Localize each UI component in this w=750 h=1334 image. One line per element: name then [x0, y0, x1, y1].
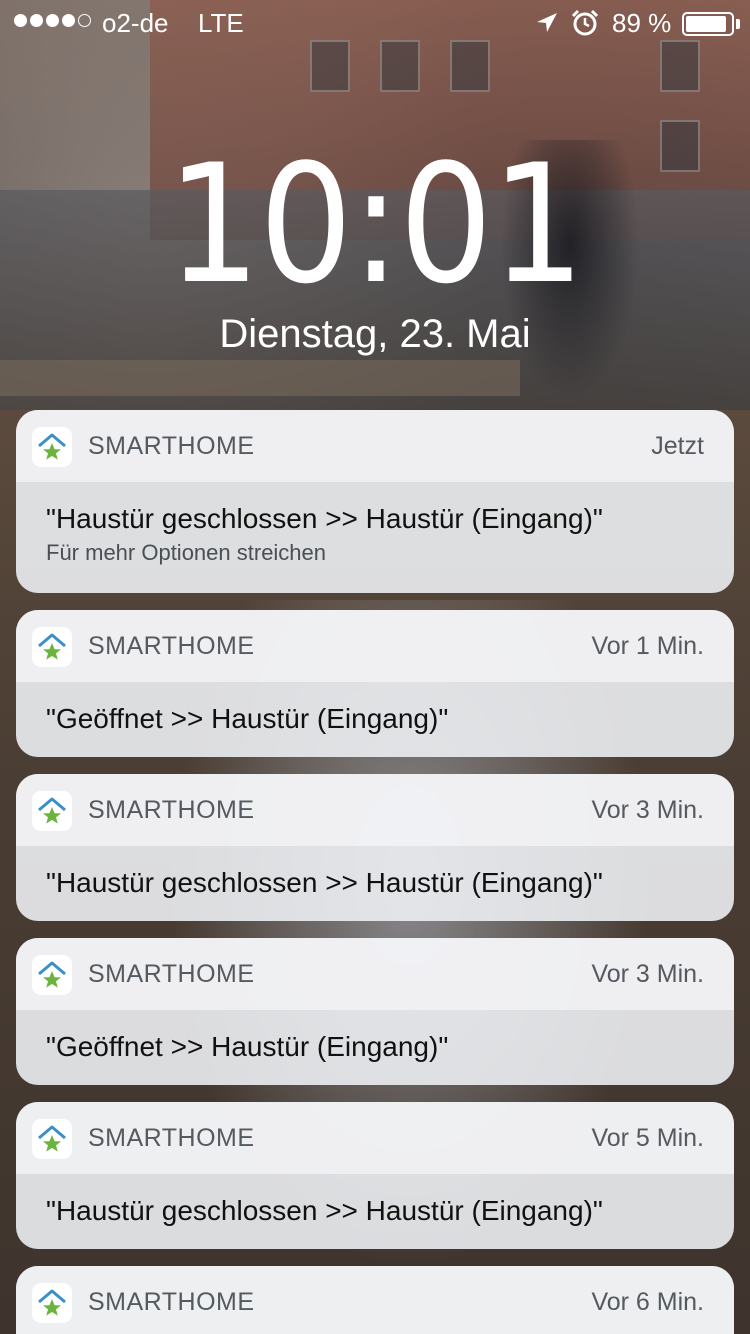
notification-time: Vor 3 Min.: [591, 960, 704, 988]
signal-strength-icon: [14, 14, 91, 27]
wallpaper-bench: [0, 360, 520, 396]
notification-header: SMARTHOME Vor 3 Min.: [16, 774, 734, 846]
notification-time: Jetzt: [651, 432, 704, 460]
notification-message: "Haustür geschlossen >> Haustür (Eingang…: [46, 867, 603, 898]
signal-dot: [46, 14, 59, 27]
notification-card[interactable]: SMARTHOME Vor 6 Min.: [16, 1266, 734, 1334]
battery-nub: [736, 19, 740, 29]
notification-body: "Geöffnet >> Haustür (Eingang)": [16, 682, 734, 736]
notification-app-name: SMARTHOME: [88, 1124, 255, 1152]
notification-app-name: SMARTHOME: [88, 960, 255, 988]
notification-app-name: SMARTHOME: [88, 632, 255, 660]
signal-dot: [78, 14, 91, 27]
notification-message: "Haustür geschlossen >> Haustür (Eingang…: [46, 1195, 603, 1226]
notification-time: Vor 3 Min.: [591, 796, 704, 824]
smarthome-app-icon: [32, 427, 72, 467]
notification-body: "Geöffnet >> Haustür (Eingang)": [16, 1010, 734, 1064]
smarthome-app-icon: [32, 955, 72, 995]
notification-card[interactable]: SMARTHOME Vor 5 Min. "Haustür geschlosse…: [16, 1102, 734, 1249]
notification-app-name: SMARTHOME: [88, 796, 255, 824]
notification-card[interactable]: SMARTHOME Vor 3 Min. "Geöffnet >> Haustü…: [16, 938, 734, 1085]
battery-level: [686, 16, 726, 32]
notification-message: "Haustür geschlossen >> Haustür (Eingang…: [46, 503, 603, 534]
lock-screen-date: Dienstag, 23. Mai: [219, 312, 531, 356]
signal-dot: [62, 14, 75, 27]
notification-header: SMARTHOME Vor 1 Min.: [16, 610, 734, 682]
smarthome-app-icon: [32, 1283, 72, 1323]
notification-header: SMARTHOME Jetzt: [16, 410, 734, 482]
carrier-name: o2-de: [102, 8, 169, 38]
notification-header: SMARTHOME Vor 3 Min.: [16, 938, 734, 1010]
location-icon: [537, 13, 557, 32]
lock-screen: o2-de LTE 89 % 10:01 Dienstag, 23. Mai S…: [0, 0, 750, 1334]
notification-app-name: SMARTHOME: [88, 432, 255, 460]
notification-card[interactable]: SMARTHOME Jetzt "Haustür geschlossen >> …: [16, 410, 734, 593]
network-type: LTE: [198, 8, 244, 38]
status-bar: o2-de LTE 89 %: [0, 0, 750, 48]
notification-header: SMARTHOME Vor 5 Min.: [16, 1102, 734, 1174]
notification-time: Vor 6 Min.: [591, 1288, 704, 1316]
smarthome-app-icon: [32, 791, 72, 831]
notification-time: Vor 1 Min.: [591, 632, 704, 660]
notification-message: "Geöffnet >> Haustür (Eingang)": [46, 703, 449, 734]
notification-header: SMARTHOME Vor 6 Min.: [16, 1266, 734, 1334]
battery-percent: 89 %: [612, 8, 672, 38]
smarthome-app-icon: [32, 627, 72, 667]
notification-card[interactable]: SMARTHOME Vor 1 Min. "Geöffnet >> Haustü…: [16, 610, 734, 757]
notification-card[interactable]: SMARTHOME Vor 3 Min. "Haustür geschlosse…: [16, 774, 734, 921]
notification-hint: Für mehr Optionen streichen: [46, 540, 327, 565]
notification-app-name: SMARTHOME: [88, 1288, 255, 1316]
notification-message: "Geöffnet >> Haustür (Eingang)": [46, 1031, 449, 1062]
notification-time: Vor 5 Min.: [591, 1124, 704, 1152]
notification-body: "Haustür geschlossen >> Haustür (Eingang…: [16, 1174, 734, 1228]
lock-screen-time: 10:01: [166, 129, 585, 320]
signal-dot: [30, 14, 43, 27]
smarthome-app-icon: [32, 1119, 72, 1159]
battery-icon: [682, 12, 734, 36]
notification-body: "Haustür geschlossen >> Haustür (Eingang…: [16, 482, 734, 566]
alarm-icon: [571, 9, 599, 36]
notification-body: "Haustür geschlossen >> Haustür (Eingang…: [16, 846, 734, 900]
signal-dot: [14, 14, 27, 27]
